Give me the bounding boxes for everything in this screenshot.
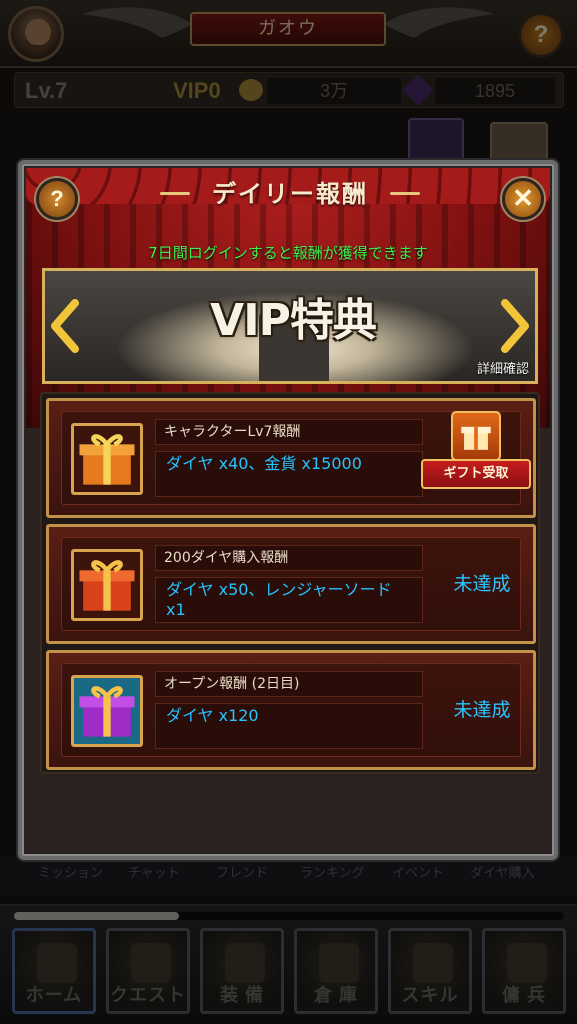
reward-status: 未達成: [453, 573, 511, 595]
chevron-right-icon[interactable]: [499, 299, 531, 353]
reward-items: ダイヤ x120: [155, 703, 423, 749]
claim-gift-label: ギフト受取: [421, 459, 531, 489]
reward-items: ダイヤ x40、金貨 x15000: [155, 451, 423, 497]
gift-icon: [451, 411, 501, 461]
reward-items: ダイヤ x50、レンジャーソード x1: [155, 577, 423, 623]
gift-box-icon: [71, 549, 143, 621]
gift-box-icon: [71, 423, 143, 495]
title-ornament-left: [160, 192, 190, 195]
reward-status: 未達成: [453, 699, 511, 721]
dialog-help-button[interactable]: ?: [36, 178, 78, 220]
login-hint-text: 7日間ログインすると報酬が獲得できます: [148, 244, 428, 262]
reward-name: 200ダイヤ購入報酬: [155, 545, 423, 571]
close-button[interactable]: ✕: [502, 178, 544, 220]
title-ornament-right: [390, 192, 420, 195]
banner-title: VIP特典: [210, 295, 377, 346]
gift-box-icon: [71, 675, 143, 747]
reward-name: オープン報酬 (2日目): [155, 671, 423, 697]
reward-card: オープン報酬 (2日目) ダイヤ x120 未達成: [46, 650, 536, 770]
detail-link[interactable]: 詳細確認: [477, 358, 529, 377]
claim-gift-button[interactable]: ギフト受取: [421, 409, 531, 495]
dialog-title-plate: デイリー報酬: [160, 174, 420, 214]
reward-card: 200ダイヤ購入報酬 ダイヤ x50、レンジャーソード x1 未達成: [46, 524, 536, 644]
reward-card: キャラクターLv7報酬 ダイヤ x40、金貨 x15000 ギフト受取: [46, 398, 536, 518]
dialog-title: デイリー報酬: [212, 180, 368, 208]
reward-list: キャラクターLv7報酬 ダイヤ x40、金貨 x15000 ギフト受取 200ダ…: [40, 392, 540, 774]
vip-banner[interactable]: VIP特典 詳細確認: [42, 268, 538, 384]
reward-name: キャラクターLv7報酬: [155, 419, 423, 445]
daily-reward-dialog: デイリー報酬 ? ✕ 7日間ログインすると報酬が獲得できます VIP特典 詳細確…: [18, 160, 558, 860]
chevron-left-icon[interactable]: [49, 299, 81, 353]
